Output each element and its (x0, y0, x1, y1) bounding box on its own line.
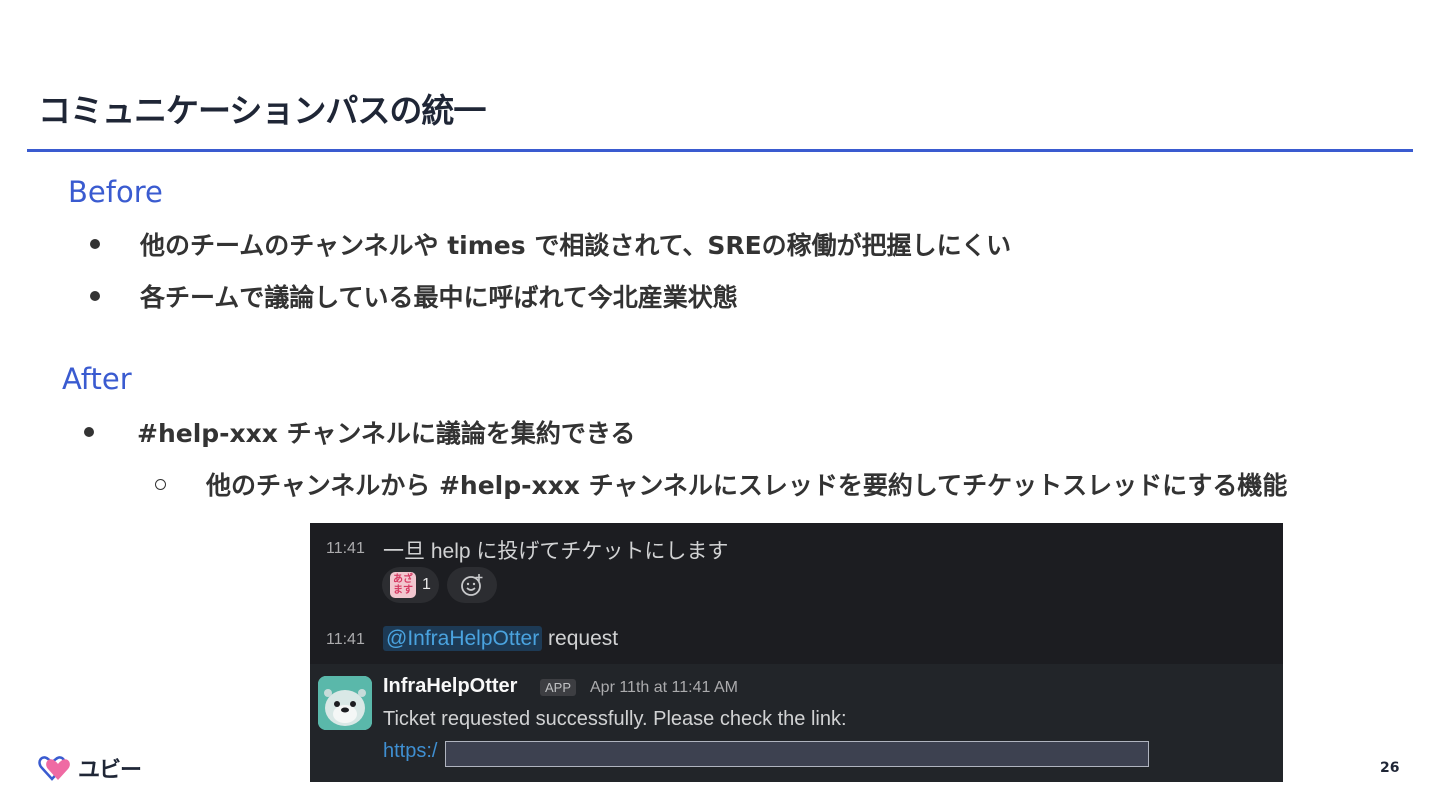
heart-logo-icon (38, 756, 70, 781)
bot-name[interactable]: InfraHelpOtter (383, 675, 517, 698)
bot-message: InfraHelpOtter APP Apr 11th at 11:41 AM … (310, 664, 1283, 782)
reaction-count: 1 (422, 576, 431, 593)
logo-text: ユビー (78, 758, 142, 783)
ticket-link[interactable]: https:/ (383, 740, 437, 763)
bullet-dot (84, 427, 94, 437)
chat-screenshot: 11:41 一旦 help に投げてチケットにします あざます 1 11:41 … (310, 523, 1283, 782)
after-heading: After (62, 362, 132, 396)
bullet-text: 各チームで議論している最中に呼ばれて今北産業状態 (140, 283, 738, 312)
add-reaction-button[interactable] (446, 567, 497, 603)
user-mention[interactable]: @InfraHelpOtter (383, 626, 543, 651)
reaction-pill[interactable]: あざます 1 (382, 567, 439, 603)
message-text: @InfraHelpOtter request (383, 626, 619, 651)
before-heading: Before (68, 175, 163, 209)
bullet-text: #help-xxx チャンネルに議論を集約できる (137, 419, 636, 448)
message-text-tail: request (542, 627, 619, 650)
app-badge: APP (540, 679, 577, 696)
bullet-dot (90, 239, 100, 249)
reactions-bar: あざます 1 (382, 567, 497, 603)
after-sub-bullet-1: 他のチャンネルから #help-xxx チャンネルにスレッドを要約してチケットス… (155, 466, 1287, 502)
message-time: 11:41 (326, 540, 365, 557)
custom-emoji-icon: あざます (390, 572, 416, 598)
add-reaction-icon (461, 574, 483, 596)
otter-avatar-icon (318, 676, 372, 730)
bullet-dot (90, 291, 100, 301)
bullet-text: 他のチームのチャンネルや times で相談されて、SREの稼働が把握しにくい (140, 231, 1012, 260)
bullet-text: 他のチャンネルから #help-xxx チャンネルにスレッドを要約してチケットス… (206, 471, 1288, 500)
before-bullet-1: 他のチームのチャンネルや times で相談されて、SREの稼働が把握しにくい (90, 226, 1011, 262)
message-text: 一旦 help に投げてチケットにします (383, 540, 729, 563)
bot-avatar[interactable] (318, 676, 372, 730)
bot-message-text: Ticket requested successfully. Please ch… (383, 708, 847, 730)
title-divider (27, 149, 1413, 152)
slide-title: コミュニケーションパスの統一 (38, 91, 486, 130)
before-bullet-2: 各チームで議論している最中に呼ばれて今北産業状態 (90, 278, 738, 314)
page-number: 26 (1380, 760, 1400, 776)
sub-bullet-circle (155, 478, 166, 490)
message-time: 11:41 (326, 631, 365, 648)
bot-timestamp[interactable]: Apr 11th at 11:41 AM (590, 679, 738, 697)
after-bullet-1: #help-xxx チャンネルに議論を集約できる (84, 414, 635, 450)
company-logo: ユビー (34, 751, 142, 785)
redacted-url-box (445, 741, 1149, 767)
